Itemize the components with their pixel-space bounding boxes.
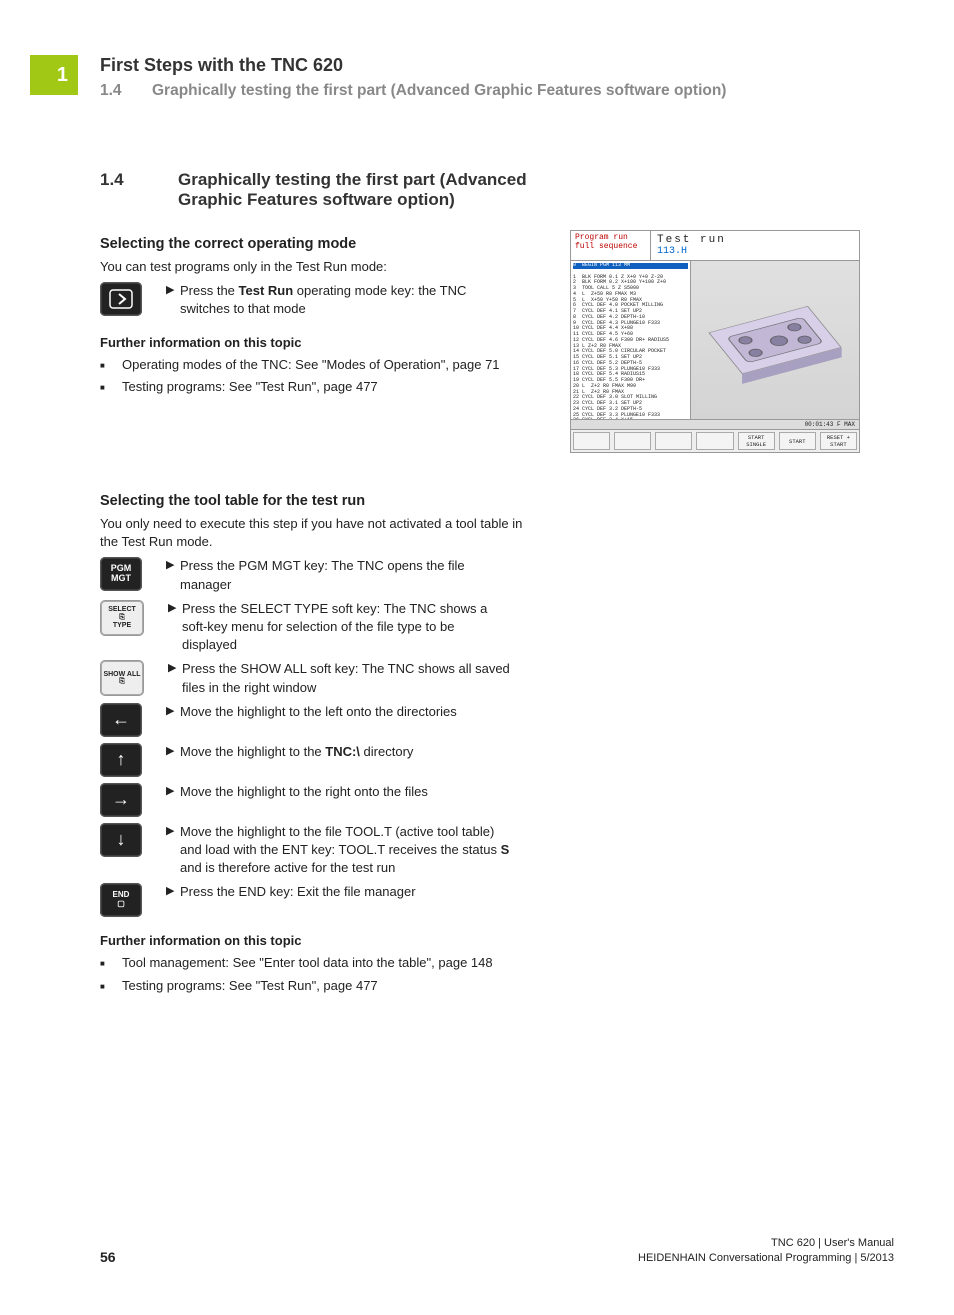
section-heading: 1.4 Graphically testing the first part (… — [100, 170, 894, 210]
bullet-item: Tool management: See "Enter tool data in… — [100, 954, 530, 973]
step-marker-icon: ▶ — [166, 558, 180, 571]
screenshot-file: 113.H — [657, 246, 726, 257]
running-subtitle-text: Graphically testing the first part (Adva… — [152, 82, 726, 100]
step-marker-icon: ▶ — [168, 661, 182, 674]
page-number: 56 — [100, 1249, 116, 1265]
step-marker-icon: ▶ — [166, 824, 180, 837]
tnc-screenshot: Program runfull sequence Test run 113.H … — [570, 230, 860, 453]
screenshot-program-listing: 0 BEGIN PGM 113 MM 1 BLK FORM 0.1 Z X+0 … — [571, 261, 691, 419]
softkey: START SINGLE — [738, 432, 775, 450]
paragraph: You only need to execute this step if yo… — [100, 515, 530, 551]
section-num: 1.4 — [100, 170, 178, 210]
arrow-up-key-icon: ↑ — [100, 743, 142, 777]
step-text: Move the highlight to the right onto the… — [180, 783, 428, 801]
step-text: Move the highlight to the file TOOL.T (a… — [180, 823, 510, 878]
softkey — [573, 432, 610, 450]
subheading-operating-mode: Selecting the correct operating mode — [100, 236, 540, 252]
step-marker-icon: ▶ — [166, 884, 180, 897]
softkey: START — [779, 432, 816, 450]
bullet-item: Operating modes of the TNC: See "Modes o… — [100, 356, 530, 375]
arrow-right-key-icon: → — [100, 783, 142, 817]
softkey — [614, 432, 651, 450]
arrow-down-key-icon: ↓ — [100, 823, 142, 857]
select-type-softkey-icon: SELECT ⎘ TYPE — [100, 600, 144, 636]
step-text: Press the PGM MGT key: The TNC opens the… — [180, 557, 510, 593]
paragraph: You can test programs only in the Test R… — [100, 258, 530, 276]
arrow-left-key-icon: ← — [100, 703, 142, 737]
screenshot-title: Test run — [657, 234, 726, 246]
step-marker-icon: ▶ — [168, 601, 182, 614]
screenshot-status: 00:01:43 F MAX — [571, 419, 859, 429]
step-marker-icon: ▶ — [166, 784, 180, 797]
end-key-icon: END ▢ — [100, 883, 142, 917]
step-text: Press the END key: Exit the file manager — [180, 883, 416, 901]
bullet-item: Testing programs: See "Test Run", page 4… — [100, 378, 530, 397]
step-marker-icon: ▶ — [166, 704, 180, 717]
running-subtitle-num: 1.4 — [100, 82, 152, 100]
step-text: Move the highlight to the left onto the … — [180, 703, 457, 721]
softkey — [696, 432, 733, 450]
footer-doc-title: TNC 620 | User's Manual — [638, 1236, 894, 1250]
bullet-item: Testing programs: See "Test Run", page 4… — [100, 977, 530, 996]
step-marker-icon: ▶ — [166, 283, 180, 296]
footer-doc-info: HEIDENHAIN Conversational Programming | … — [638, 1251, 894, 1265]
chapter-title: First Steps with the TNC 620 — [100, 55, 894, 76]
softkey: RESET + START — [820, 432, 857, 450]
further-info-heading: Further information on this topic — [100, 933, 894, 948]
step-text: Press the SHOW ALL soft key: The TNC sho… — [182, 660, 512, 696]
screenshot-3d-view — [691, 261, 859, 419]
screenshot-mode-label: Program runfull sequence — [571, 231, 651, 260]
section-title: Graphically testing the first part (Adva… — [178, 170, 548, 210]
step-text: Press the SELECT TYPE soft key: The TNC … — [182, 600, 512, 655]
pgm-mgt-key-icon: PGM MGT — [100, 557, 142, 591]
step-text: Move the highlight to the TNC:\ director… — [180, 743, 413, 761]
test-run-key-icon — [100, 282, 142, 316]
subheading-tool-table: Selecting the tool table for the test ru… — [100, 493, 894, 509]
step-marker-icon: ▶ — [166, 744, 180, 757]
running-subtitle: 1.4 Graphically testing the first part (… — [100, 82, 894, 100]
further-info-heading: Further information on this topic — [100, 335, 540, 350]
softkey — [655, 432, 692, 450]
show-all-softkey-icon: SHOW ALL ⎘ — [100, 660, 144, 696]
step-text: Press the Test Run operating mode key: t… — [180, 282, 510, 318]
